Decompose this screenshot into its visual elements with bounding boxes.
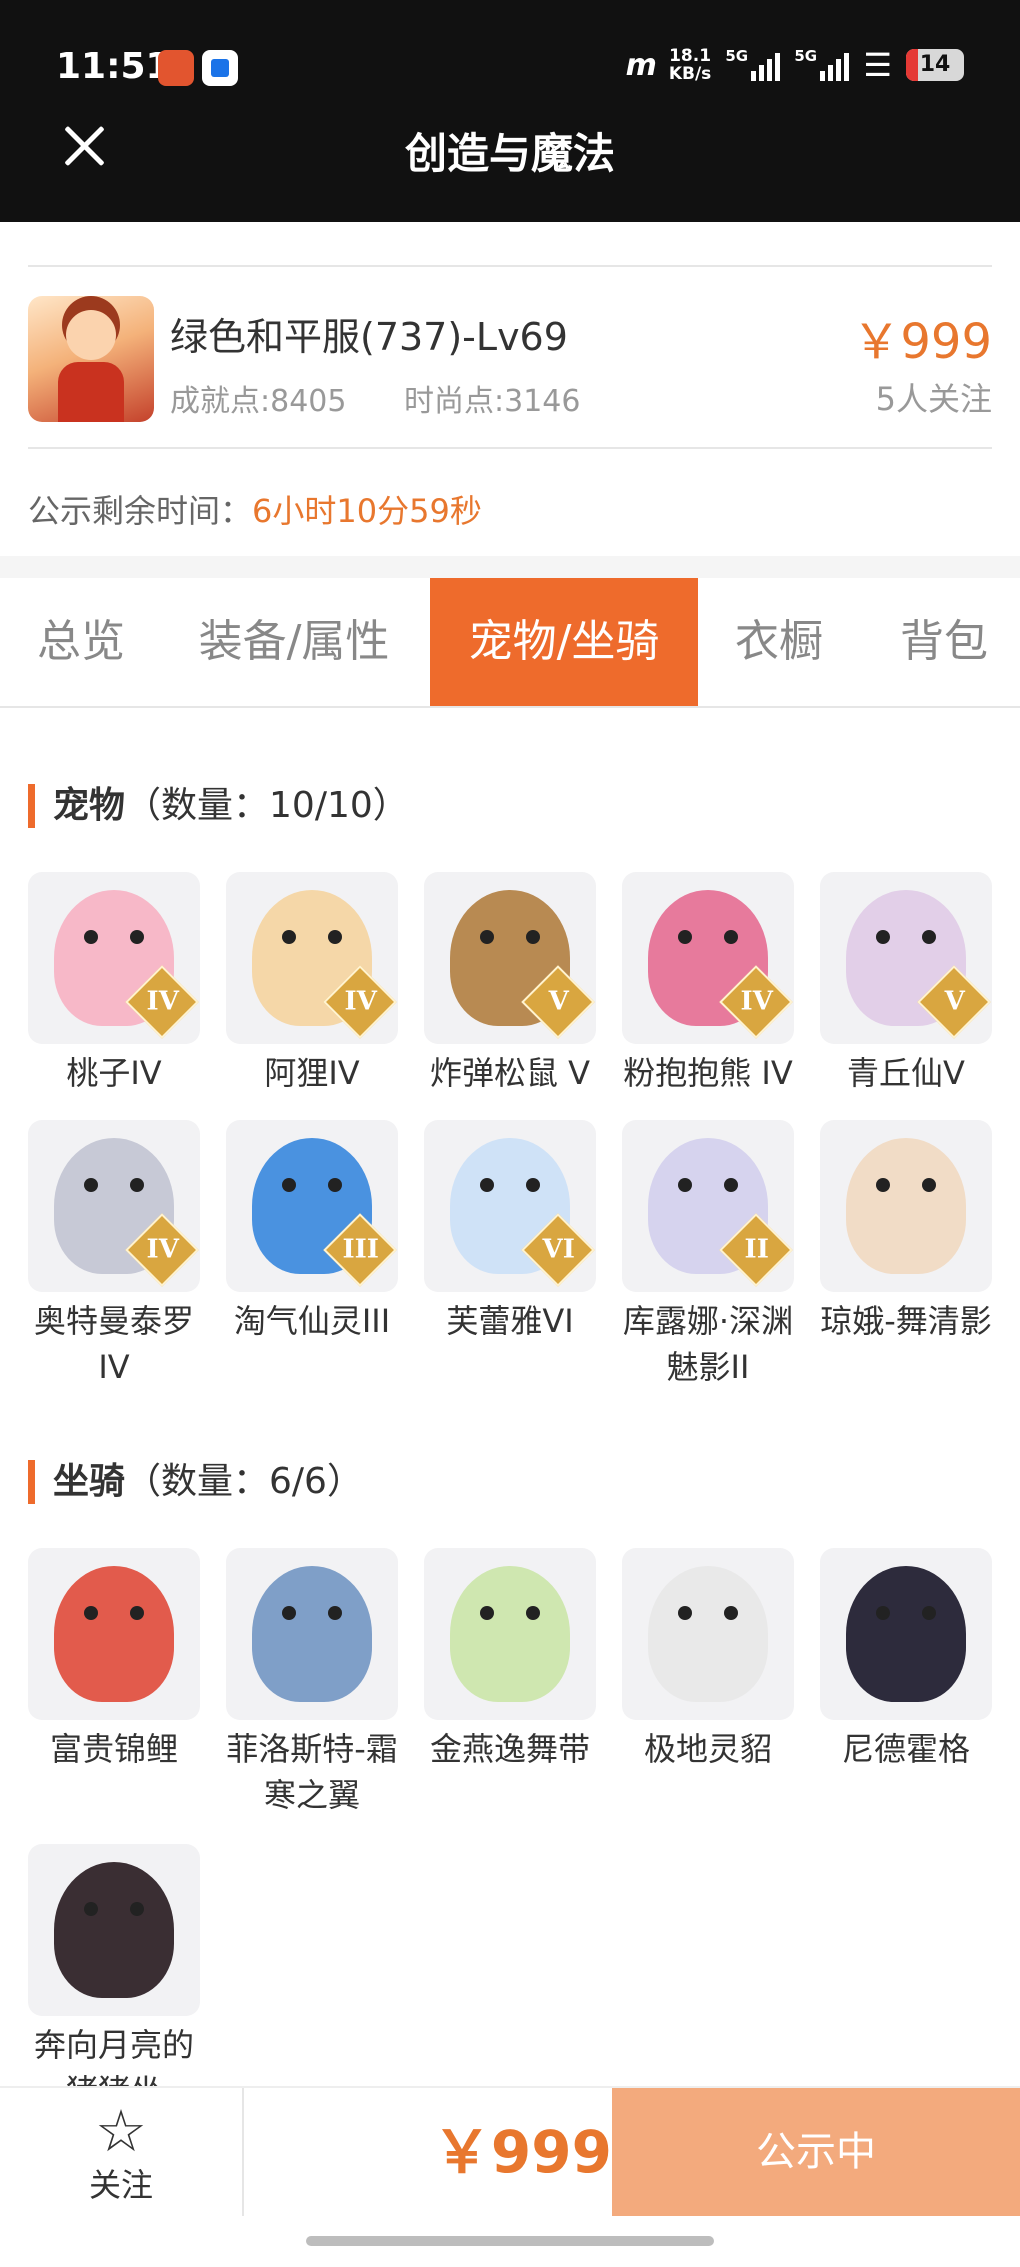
- product-price: ￥999: [852, 314, 992, 370]
- pet-item[interactable]: III 淘气仙灵III: [226, 1120, 398, 1344]
- star-icon: ☆: [95, 2097, 147, 2165]
- mount-item[interactable]: 金燕逸舞带: [424, 1548, 596, 1772]
- pet-name: 炸弹松鼠 V: [429, 1054, 591, 1092]
- achievement-points: 成就点:8405: [170, 384, 347, 419]
- follower-count: 5人关注: [875, 380, 992, 418]
- status-indicators: m 18.1 KB/s 5G 5G ☰ 14: [626, 46, 964, 84]
- pet-name: 奥特曼泰罗IV: [33, 1302, 194, 1386]
- app-notification-icon: [158, 50, 194, 86]
- tab-bar: 总览 装备/属性 宠物/坐骑 衣橱 背包: [0, 578, 1020, 708]
- pets-count: （数量：10/10）: [125, 785, 409, 826]
- page-title: 创造与魔法: [404, 129, 615, 178]
- status-time: 11:51: [56, 46, 171, 87]
- pet-thumbnail: V: [424, 872, 596, 1044]
- pet-thumbnail: II: [622, 1120, 794, 1292]
- divider: [28, 447, 992, 449]
- pet-name: 琼娥-舞清影: [820, 1302, 992, 1340]
- pet-item[interactable]: IV 阿狸IV: [226, 872, 398, 1096]
- pet-image: [846, 1138, 966, 1274]
- mount-thumbnail: [424, 1548, 596, 1720]
- top-bar: 11:51 m 18.1 KB/s 5G 5G ☰ 14 创造与魔法: [0, 0, 1020, 222]
- pet-thumbnail: IV: [28, 872, 200, 1044]
- pet-item[interactable]: V 青丘仙V: [820, 872, 992, 1096]
- pet-thumbnail: IV: [226, 872, 398, 1044]
- wifi-icon: ☰: [863, 46, 892, 84]
- network-speed: 18.1 KB/s: [668, 46, 712, 84]
- mount-name: 菲洛斯特-霜寒之翼: [226, 1730, 398, 1814]
- battery-icon: 14: [906, 49, 964, 81]
- pet-item[interactable]: 琼娥-舞清影: [820, 1120, 992, 1344]
- signal-2-icon: 5G: [794, 47, 850, 81]
- pet-name: 淘气仙灵III: [233, 1302, 391, 1340]
- mount-name: 金燕逸舞带: [429, 1730, 590, 1768]
- pet-name: 芙蕾雅VI: [446, 1302, 574, 1340]
- gesture-bar: [306, 2236, 714, 2246]
- mount-name: 富贵锦鲤: [49, 1730, 178, 1768]
- pet-name: 库露娜·深渊魅影II: [622, 1302, 794, 1386]
- pet-item[interactable]: IV 桃子IV: [28, 872, 200, 1096]
- mounts-section-title: 坐骑（数量：6/6）: [28, 1460, 363, 1504]
- divider: [28, 265, 992, 267]
- mount-thumbnail: [622, 1548, 794, 1720]
- mount-item[interactable]: 极地灵貂: [622, 1548, 794, 1772]
- pet-item[interactable]: VI 芙蕾雅VI: [424, 1120, 596, 1344]
- bottom-price: ￥999: [432, 2118, 612, 2186]
- fashion-points: 时尚点:3146: [404, 384, 581, 419]
- notice-label: 公示剩余时间：: [28, 492, 253, 530]
- pet-thumbnail: [820, 1120, 992, 1292]
- pet-name: 粉抱抱熊 IV: [623, 1054, 793, 1092]
- tab-pets-mounts[interactable]: 宠物/坐骑: [430, 578, 698, 706]
- notice-time: 6小时10分59秒: [252, 492, 482, 530]
- mount-image: [846, 1566, 966, 1702]
- mount-thumbnail: [226, 1548, 398, 1720]
- follow-button[interactable]: ☆ 关注: [0, 2088, 244, 2216]
- character-name: 绿色和平服(737)-Lv69: [170, 315, 568, 359]
- pet-thumbnail: V: [820, 872, 992, 1044]
- pets-section-title: 宠物（数量：10/10）: [28, 784, 409, 828]
- pet-thumbnail: IV: [622, 872, 794, 1044]
- status-bar: 11:51 m 18.1 KB/s 5G 5G ☰ 14: [0, 0, 1020, 130]
- tab-equipment[interactable]: 装备/属性: [172, 578, 416, 706]
- mount-name: 尼德霍格: [841, 1730, 970, 1768]
- tab-backpack[interactable]: 背包: [868, 578, 1020, 706]
- pet-item[interactable]: IV 奥特曼泰罗IV: [28, 1120, 200, 1390]
- mount-item[interactable]: 尼德霍格: [820, 1548, 992, 1772]
- mount-item[interactable]: 奔向月亮的猪猪坐: [28, 1844, 200, 2114]
- carrier-logo-icon: m: [625, 47, 657, 83]
- bottom-bar: ☆ 关注 ￥999 公示中: [0, 2086, 1020, 2216]
- signal-1-icon: 5G: [725, 47, 781, 81]
- mounts-title: 坐骑: [53, 1461, 126, 1502]
- mount-image: [54, 1862, 174, 1998]
- mount-image: [450, 1566, 570, 1702]
- pet-thumbnail: VI: [424, 1120, 596, 1292]
- announcement-status-button[interactable]: 公示中: [612, 2088, 1020, 2216]
- pet-name: 青丘仙V: [847, 1054, 965, 1092]
- mount-image: [54, 1566, 174, 1702]
- mount-image: [648, 1566, 768, 1702]
- mount-item[interactable]: 富贵锦鲤: [28, 1548, 200, 1772]
- tab-overview[interactable]: 总览: [0, 578, 162, 706]
- mounts-count: （数量：6/6）: [125, 1461, 363, 1502]
- pet-name: 桃子IV: [66, 1054, 162, 1092]
- pets-title: 宠物: [53, 785, 126, 826]
- pet-name: 阿狸IV: [264, 1054, 360, 1092]
- section-gap: [0, 556, 1020, 578]
- pet-item[interactable]: V 炸弹松鼠 V: [424, 872, 596, 1096]
- pet-item[interactable]: IV 粉抱抱熊 IV: [622, 872, 794, 1096]
- mount-thumbnail: [820, 1548, 992, 1720]
- pet-thumbnail: IV: [28, 1120, 200, 1292]
- mount-item[interactable]: 菲洛斯特-霜寒之翼: [226, 1548, 398, 1818]
- follow-label: 关注: [88, 2166, 153, 2204]
- pet-thumbnail: III: [226, 1120, 398, 1292]
- mount-image: [252, 1566, 372, 1702]
- pet-item[interactable]: II 库露娜·深渊魅影II: [622, 1120, 794, 1390]
- mount-name: 极地灵貂: [643, 1730, 772, 1768]
- tab-wardrobe[interactable]: 衣橱: [712, 578, 846, 706]
- character-avatar: [28, 296, 154, 422]
- notice-countdown: 公示剩余时间：6小时10分59秒: [28, 486, 482, 532]
- app-notification-icon-2: [202, 50, 238, 86]
- mount-thumbnail: [28, 1844, 200, 2016]
- mount-thumbnail: [28, 1548, 200, 1720]
